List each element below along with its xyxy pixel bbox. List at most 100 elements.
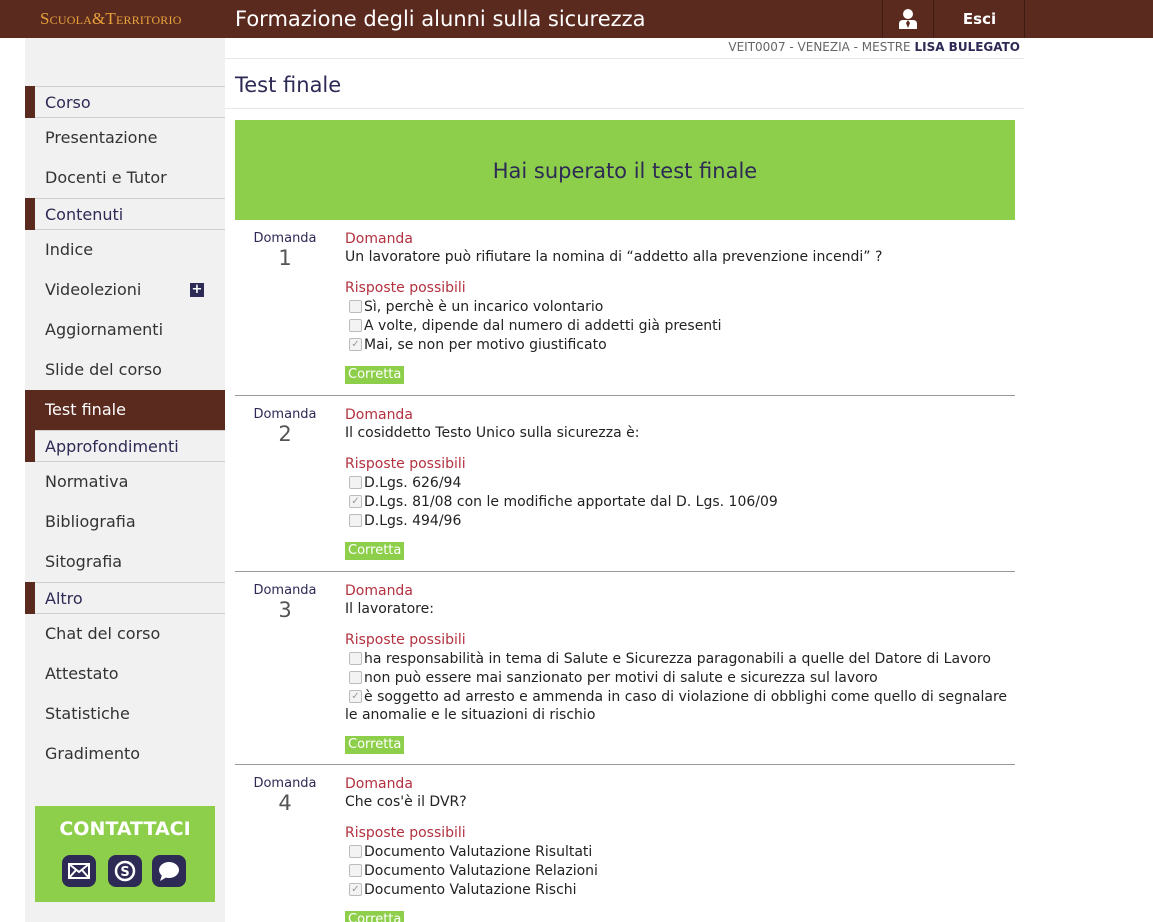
section-label: Corso: [45, 93, 91, 112]
question-text: Il lavoratore:: [345, 601, 434, 617]
question-body: Domanda Un lavoratore può rifiutare la n…: [345, 231, 1015, 384]
answer-checkbox-checked[interactable]: ✓: [349, 495, 362, 508]
sidebar-item-slide[interactable]: Slide del corso: [25, 350, 225, 390]
question-heading: Domanda: [345, 583, 413, 599]
answer-text: Sì, perchè è un incarico volontario: [364, 299, 604, 315]
answer-option: D.Lgs. 626/94: [345, 474, 1015, 492]
answer-text: Documento Valutazione Relazioni: [364, 863, 598, 879]
answer-checkbox-checked[interactable]: ✓: [349, 883, 362, 896]
section-marker: [25, 582, 35, 614]
answer-checkbox[interactable]: [349, 864, 362, 877]
answer-option: Documento Valutazione Risultati: [345, 843, 1015, 861]
sidebar-item-presentazione[interactable]: Presentazione: [25, 118, 225, 158]
sidebar-item-test-finale[interactable]: Test finale: [25, 390, 225, 430]
question-separator: [235, 764, 1015, 765]
answer-option: ha responsabilità in tema di Salute e Si…: [345, 650, 1015, 668]
answer-checkbox[interactable]: [349, 476, 362, 489]
divider: [225, 58, 1024, 59]
site-logo[interactable]: Scuola&Territorio: [40, 9, 182, 29]
sidebar-item-aggiornamenti[interactable]: Aggiornamenti: [25, 310, 225, 350]
question-number-label: Domanda: [253, 583, 317, 598]
sidebar-item-indice[interactable]: Indice: [25, 230, 225, 270]
sidebar-section-contenuti: Contenuti: [25, 198, 225, 230]
question-body: Domanda Il lavoratore: Risposte possibil…: [345, 583, 1015, 754]
answer-option: A volte, dipende dal numero di addetti g…: [345, 317, 1015, 335]
email-icon[interactable]: [62, 855, 96, 887]
correct-badge: Corretta: [345, 736, 405, 754]
school-code: VEIT0007 - VENEZIA - MESTRE: [728, 40, 911, 54]
sidebar-item-gradimento[interactable]: Gradimento: [25, 734, 225, 774]
expand-plus-icon[interactable]: +: [190, 283, 204, 297]
answer-text: è soggetto ad arresto e ammenda in caso …: [345, 689, 1008, 723]
sidebar: Corso Presentazione Docenti e Tutor Cont…: [25, 38, 225, 922]
answer-text: Documento Valutazione Rischi: [364, 882, 577, 898]
answer-option: non può essere mai sanzionato per motivi…: [345, 669, 1015, 687]
question-heading: Domanda: [345, 776, 413, 792]
section-label: Contenuti: [45, 205, 124, 224]
answer-option: ✓ Mai, se non per motivo giustificato: [345, 336, 1015, 354]
answers-heading: Risposte possibili: [345, 280, 466, 296]
question-separator: [235, 395, 1015, 396]
question-number: 3: [278, 598, 292, 622]
sidebar-section-altro: Altro: [25, 582, 225, 614]
answer-text: Documento Valutazione Risultati: [364, 844, 593, 860]
answer-checkbox[interactable]: [349, 514, 362, 527]
question-number-label: Domanda: [253, 407, 317, 422]
skype-icon[interactable]: S: [108, 855, 142, 887]
sidebar-section-approfondimenti: Approfondimenti: [25, 430, 225, 462]
sidebar-section-corso: Corso: [25, 86, 225, 118]
question-number: 4: [278, 791, 292, 815]
sidebar-item-normativa[interactable]: Normativa: [25, 462, 225, 502]
result-message: Hai superato il test finale: [492, 159, 758, 183]
answer-option: Documento Valutazione Relazioni: [345, 862, 1015, 880]
answer-checkbox[interactable]: [349, 300, 362, 313]
question-number-label: Domanda: [253, 231, 317, 246]
question-number: 2: [278, 422, 292, 446]
correct-badge: Corretta: [345, 542, 405, 560]
answer-option: Sì, perchè è un incarico volontario: [345, 298, 1015, 316]
sidebar-item-sitografia[interactable]: Sitografia: [25, 542, 225, 582]
question-text: Il cosiddetto Testo Unico sulla sicurezz…: [345, 425, 640, 441]
logout-button[interactable]: Esci: [934, 0, 1025, 38]
answer-text: non può essere mai sanzionato per motivi…: [364, 670, 878, 686]
question-body: Domanda Che cos'è il DVR? Risposte possi…: [345, 776, 1015, 922]
answer-option: D.Lgs. 494/96: [345, 512, 1015, 530]
section-label: Altro: [45, 589, 83, 608]
answer-checkbox-checked[interactable]: ✓: [349, 338, 362, 351]
answer-text: D.Lgs. 626/94: [364, 475, 462, 491]
section-marker: [25, 430, 35, 462]
answer-option: ✓ D.Lgs. 81/08 con le modifiche apportate…: [345, 493, 1015, 511]
sidebar-item-attestato[interactable]: Attestato: [25, 654, 225, 694]
correct-badge: Corretta: [345, 911, 405, 922]
svg-text:S: S: [120, 865, 129, 880]
section-marker: [25, 86, 35, 118]
answer-text: Mai, se non per motivo giustificato: [364, 337, 607, 353]
question-heading: Domanda: [345, 407, 413, 423]
sidebar-item-statistiche[interactable]: Statistiche: [25, 694, 225, 734]
sidebar-item-docenti-tutor[interactable]: Docenti e Tutor: [25, 158, 225, 198]
sidebar-item-bibliografia[interactable]: Bibliografia: [25, 502, 225, 542]
answer-checkbox-checked[interactable]: ✓: [349, 690, 362, 703]
answer-checkbox[interactable]: [349, 652, 362, 665]
answer-checkbox[interactable]: [349, 671, 362, 684]
user-name[interactable]: LISA BULEGATO: [914, 40, 1020, 54]
divider: [225, 108, 1024, 109]
chat-icon[interactable]: [152, 855, 186, 887]
question-text: Che cos'è il DVR?: [345, 794, 467, 810]
correct-badge: Corretta: [345, 366, 405, 384]
app-title: Formazione degli alunni sulla sicurezza: [235, 7, 646, 31]
question-number-label: Domanda: [253, 776, 317, 791]
sidebar-item-chat[interactable]: Chat del corso: [25, 614, 225, 654]
answer-text: D.Lgs. 81/08 con le modifiche apportate …: [364, 494, 778, 510]
page-title: Test finale: [235, 73, 342, 97]
contact-box: CONTATTACI S: [35, 806, 215, 902]
sidebar-item-videolezioni[interactable]: Videolezioni +: [25, 270, 225, 310]
answer-checkbox[interactable]: [349, 845, 362, 858]
answers-heading: Risposte possibili: [345, 632, 466, 648]
user-profile-button[interactable]: [882, 0, 933, 38]
answers-heading: Risposte possibili: [345, 825, 466, 841]
question-separator: [235, 571, 1015, 572]
answer-checkbox[interactable]: [349, 319, 362, 332]
question-body: Domanda Il cosiddetto Testo Unico sulla …: [345, 407, 1015, 560]
contact-title: CONTATTACI: [59, 818, 191, 840]
